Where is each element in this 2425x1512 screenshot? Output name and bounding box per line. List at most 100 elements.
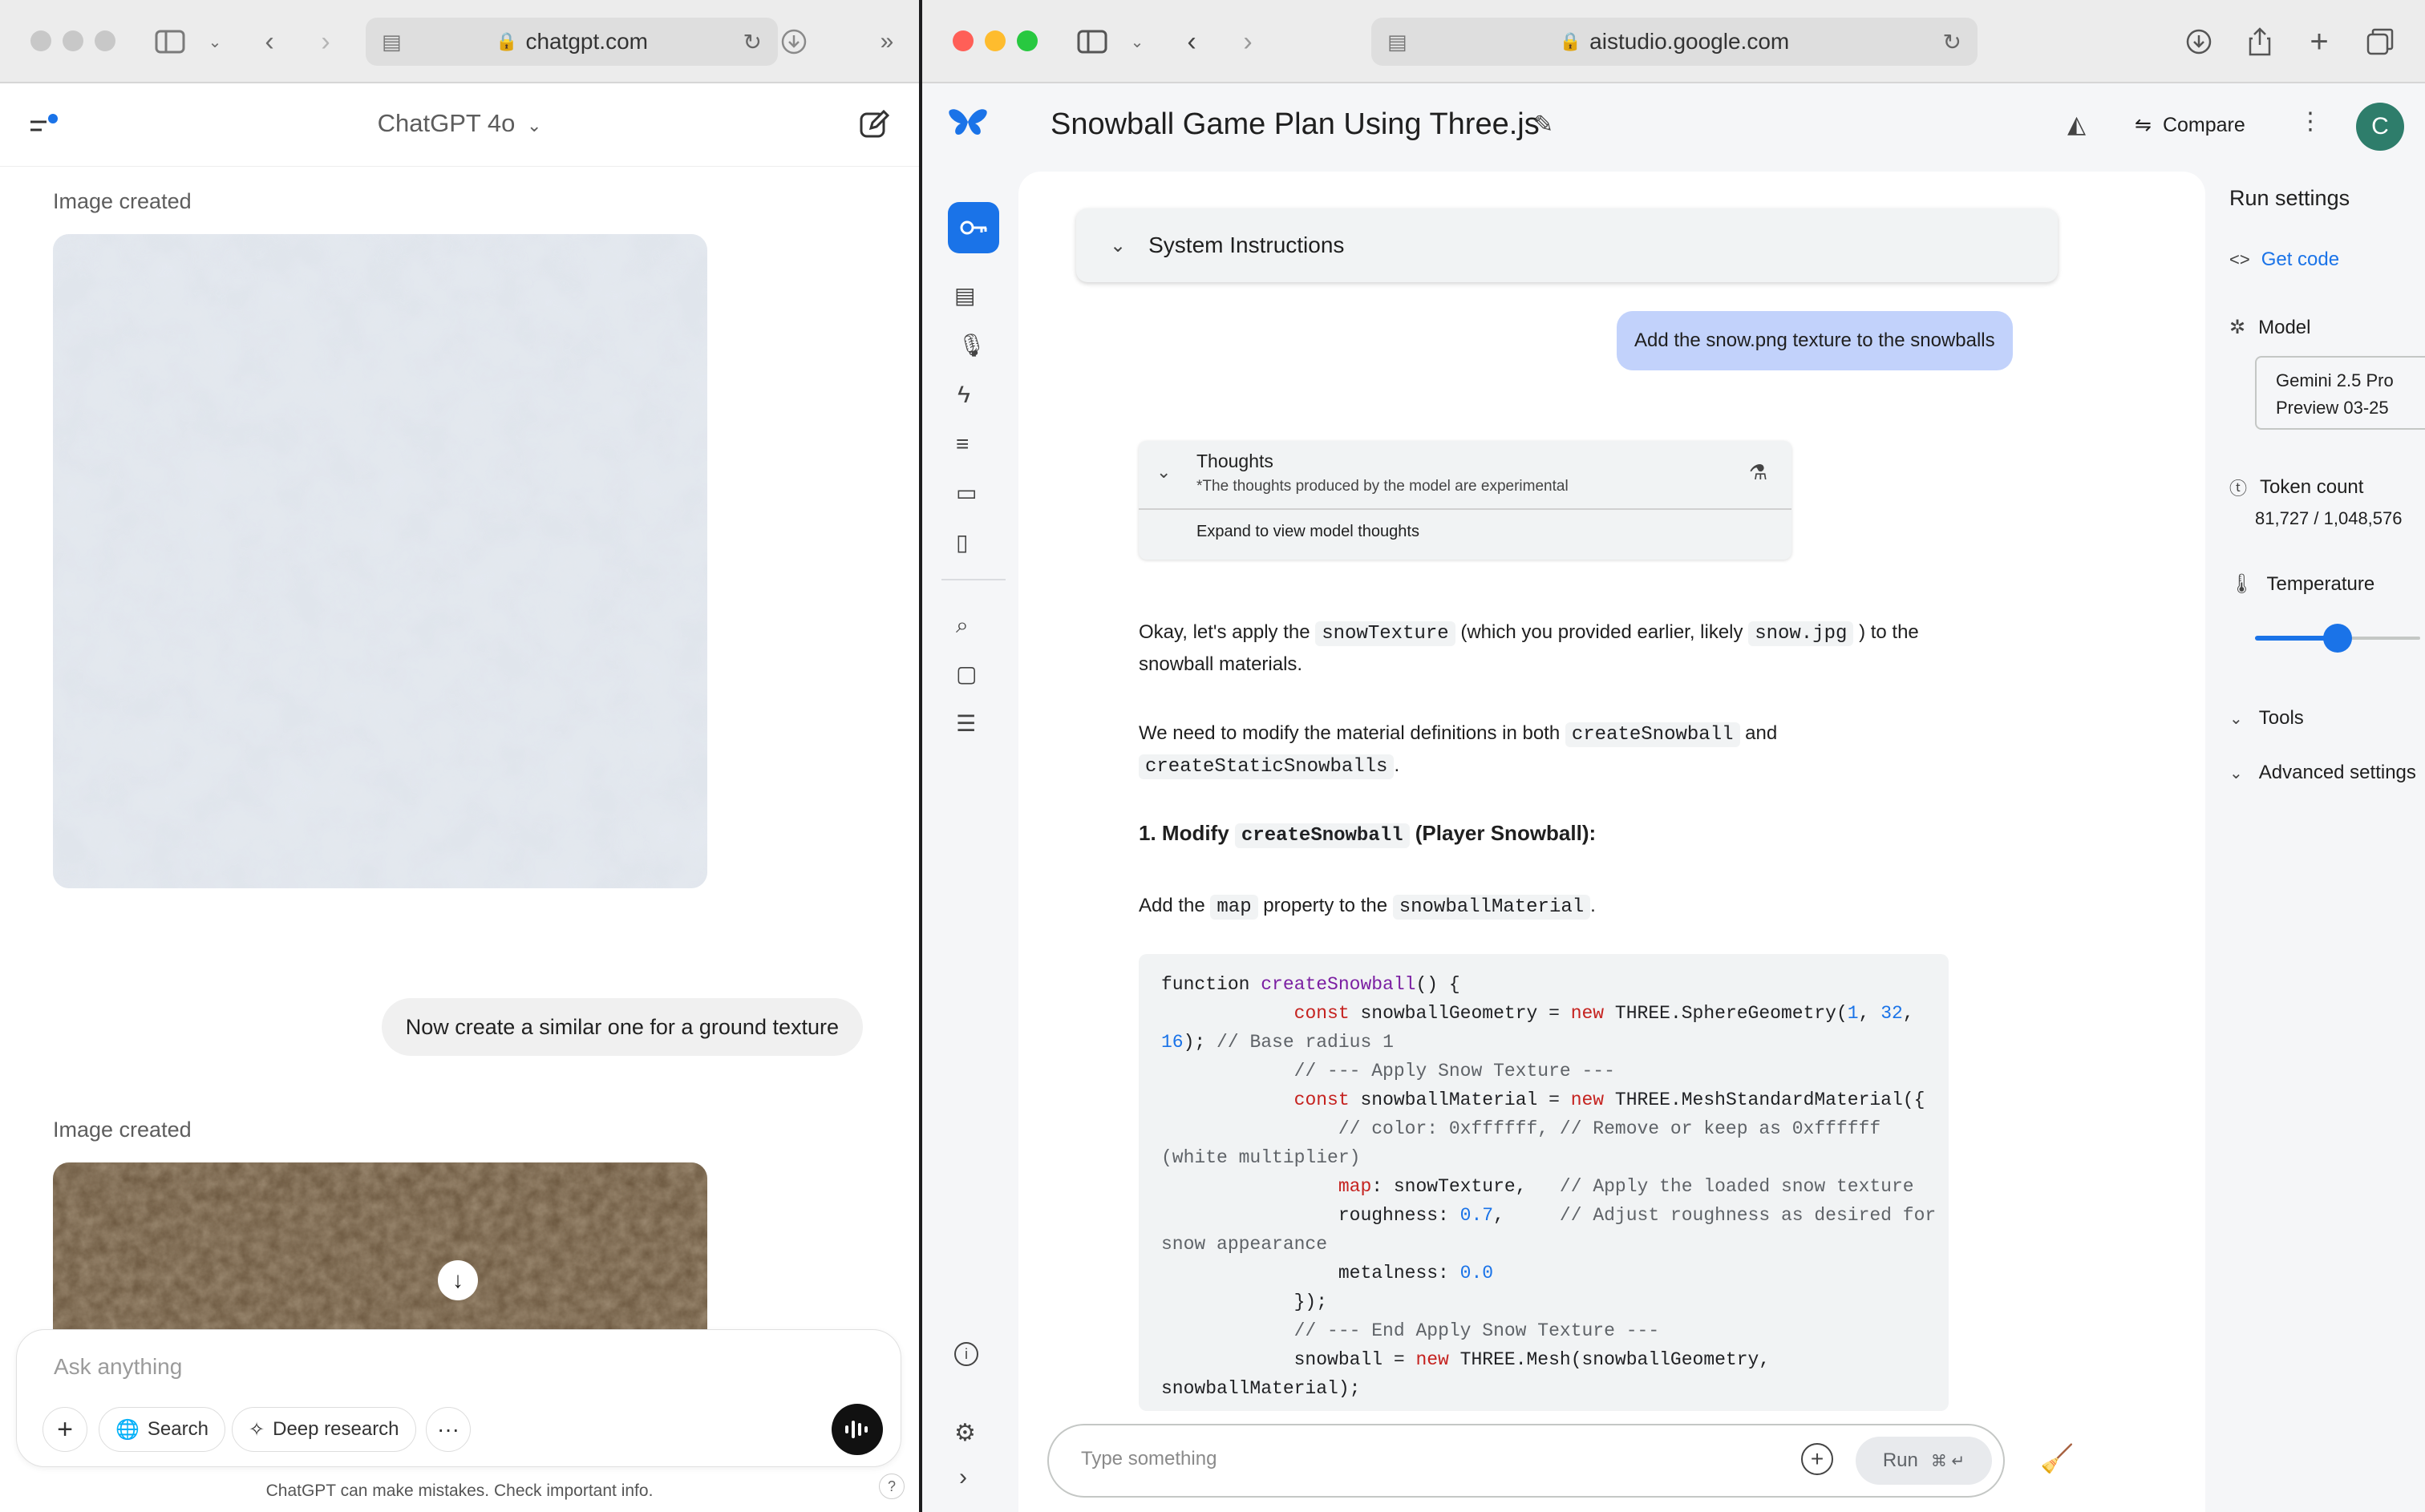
library-icon[interactable]: ▭ bbox=[956, 479, 977, 506]
scroll-down-icon[interactable]: ↓ bbox=[438, 1260, 478, 1300]
text: ) to the bbox=[1853, 621, 1919, 643]
ground-texture-image[interactable]: ↓ bbox=[53, 1162, 707, 1331]
image-created-label: Image created bbox=[53, 189, 192, 213]
info-icon[interactable]: i bbox=[954, 1342, 978, 1366]
reload-icon[interactable]: ↻ bbox=[1943, 29, 1961, 55]
download-icon[interactable] bbox=[776, 24, 812, 59]
sidebar-toggle-icon[interactable] bbox=[152, 24, 188, 59]
system-instructions-label: System Instructions bbox=[1148, 232, 1345, 257]
voice-mode-icon[interactable] bbox=[832, 1404, 883, 1455]
run-settings-panel: Run settings ↻ <> Get code ✲ Model Gemin… bbox=[2215, 172, 2425, 1512]
lock-icon: 🔒 bbox=[496, 31, 518, 51]
composer-input[interactable]: Ask anything bbox=[54, 1354, 182, 1380]
forward-icon[interactable]: › bbox=[1230, 24, 1265, 59]
compare-button[interactable]: ⇋ Compare bbox=[2135, 107, 2245, 143]
back-icon[interactable]: ‹ bbox=[1174, 24, 1209, 59]
run-button[interactable]: Run ⌘ ↵ bbox=[1856, 1437, 1992, 1485]
feedback-icon[interactable]: ▢ bbox=[956, 661, 977, 687]
user-message-text: Now create a similar one for a ground te… bbox=[405, 1014, 839, 1039]
storage-icon[interactable]: ☰ bbox=[956, 710, 976, 737]
chatgpt-window: ⌄ ‹ › ▤ 🔒 chatgpt.com ↻ » ChatGPT 4o ⌄ I… bbox=[0, 0, 919, 1512]
tab-overview-icon[interactable] bbox=[2362, 24, 2398, 59]
close-button[interactable] bbox=[953, 30, 974, 51]
chevron-down-icon: ⌄ bbox=[2229, 710, 2243, 728]
compare-icon: ⇋ bbox=[2135, 114, 2152, 136]
expand-rail-icon[interactable]: › bbox=[959, 1464, 967, 1491]
temperature-slider[interactable] bbox=[2255, 624, 2420, 653]
share-icon[interactable] bbox=[2242, 24, 2277, 59]
url-text: chatgpt.com bbox=[525, 29, 648, 54]
text: and bbox=[1739, 722, 1778, 744]
microphone-icon[interactable]: 🎙 bbox=[957, 332, 986, 358]
prompt-input[interactable]: Type something bbox=[1081, 1448, 1217, 1470]
minimize-button[interactable] bbox=[985, 30, 1006, 51]
telescope-icon: ✧ bbox=[249, 1418, 265, 1441]
settings-icon[interactable]: ⚙ bbox=[954, 1419, 976, 1447]
code-line: (white multiplier) bbox=[1161, 1147, 1361, 1168]
back-icon[interactable]: ‹ bbox=[252, 24, 287, 59]
help-button[interactable]: ? bbox=[879, 1474, 905, 1499]
compare-label: Compare bbox=[2162, 113, 2245, 136]
doc-search-icon[interactable]: ⌕ bbox=[956, 612, 969, 639]
code-line: snowballMaterial); bbox=[1161, 1378, 1361, 1399]
chevron-down-icon[interactable]: ⌄ bbox=[197, 24, 233, 59]
model-title: ChatGPT 4o bbox=[377, 109, 516, 137]
thoughts-subtitle: *The thoughts produced by the model are … bbox=[1196, 478, 1569, 495]
compare-mode-icon[interactable]: ◭ bbox=[2067, 111, 2086, 139]
left-browser-toolbar: ⌄ ‹ › ▤ 🔒 chatgpt.com ↻ » bbox=[0, 0, 919, 83]
system-instructions-panel[interactable]: ⌄ System Instructions bbox=[1076, 208, 2058, 282]
thoughts-panel[interactable]: ⌄ Thoughts *The thoughts produced by the… bbox=[1139, 441, 1791, 560]
new-tab-icon[interactable]: + bbox=[2302, 24, 2337, 59]
address-bar[interactable]: ▤ 🔒 chatgpt.com ↻ bbox=[366, 18, 778, 66]
tune-icon[interactable]: ≡ bbox=[956, 431, 969, 457]
search-button[interactable]: 🌐 Search bbox=[99, 1407, 225, 1452]
url-text: aistudio.google.com bbox=[1589, 29, 1790, 54]
chevron-down-icon[interactable]: ⌄ bbox=[1119, 24, 1155, 59]
book-icon[interactable]: ▯ bbox=[956, 529, 968, 556]
thoughts-divider bbox=[1139, 508, 1791, 510]
zoom-button[interactable] bbox=[1017, 30, 1038, 51]
code-line: 16); // Base radius 1 bbox=[1161, 1032, 1394, 1053]
new-chat-icon[interactable] bbox=[858, 109, 890, 145]
forward-icon[interactable]: › bbox=[308, 24, 343, 59]
minimize-button[interactable] bbox=[63, 30, 83, 51]
composer: Ask anything + 🌐 Search ✧ Deep research … bbox=[16, 1329, 901, 1467]
chat-prompt-icon[interactable]: ▤ bbox=[954, 282, 975, 309]
close-button[interactable] bbox=[30, 30, 51, 51]
sidebar-toggle-icon[interactable] bbox=[1075, 24, 1110, 59]
token-icon: ⓣ bbox=[2229, 479, 2248, 499]
inline-code: createStaticSnowballs bbox=[1139, 754, 1395, 779]
reload-icon[interactable]: ↻ bbox=[743, 29, 762, 55]
inline-code: snowballMaterial bbox=[1392, 895, 1591, 920]
avatar[interactable]: C bbox=[2356, 103, 2404, 151]
advanced-settings-label: Advanced settings bbox=[2258, 762, 2416, 783]
snow-texture-image[interactable] bbox=[53, 234, 707, 888]
more-tabs-icon[interactable]: » bbox=[869, 24, 905, 59]
expand-thoughts-link[interactable]: Expand to view model thoughts bbox=[1196, 523, 1419, 541]
deep-research-button[interactable]: ✧ Deep research bbox=[232, 1407, 416, 1452]
get-code-button[interactable]: <> Get code bbox=[2229, 249, 2339, 271]
model-selector[interactable]: ChatGPT 4o ⌄ bbox=[0, 109, 919, 138]
temperature-slider-thumb[interactable] bbox=[2323, 624, 2352, 653]
get-api-key-icon[interactable] bbox=[948, 202, 999, 253]
address-bar[interactable]: ▤ 🔒 aistudio.google.com ↻ bbox=[1371, 18, 1978, 66]
advanced-settings-section[interactable]: ⌄ Advanced settings bbox=[2229, 762, 2416, 784]
edit-title-icon[interactable]: ✎ bbox=[1533, 111, 1553, 139]
page-icon: ▤ bbox=[382, 29, 402, 54]
more-options-icon[interactable]: ⋮ bbox=[2298, 107, 2322, 135]
more-options-icon[interactable]: ··· bbox=[426, 1407, 471, 1452]
right-browser-toolbar: ⌄ ‹ › ▤ 🔒 aistudio.google.com ↻ + bbox=[922, 0, 2425, 83]
temperature-label: Temperature bbox=[2266, 572, 2375, 595]
run-shortcut: ⌘ ↵ bbox=[1930, 1452, 1966, 1470]
tools-section[interactable]: ⌄ Tools bbox=[2229, 707, 2304, 730]
add-media-icon[interactable]: + bbox=[1801, 1443, 1833, 1475]
download-icon[interactable] bbox=[2181, 24, 2217, 59]
clear-chat-icon[interactable]: 🧹 bbox=[2040, 1443, 2074, 1475]
token-count-value: 81,727 / 1,048,576 bbox=[2255, 508, 2403, 528]
zoom-button[interactable] bbox=[95, 30, 115, 51]
model-select[interactable]: Gemini 2.5 Pro Preview 03-25 ▼ bbox=[2255, 356, 2425, 430]
aistudio-logo-icon[interactable] bbox=[948, 106, 988, 147]
model-section: ✲ Model bbox=[2229, 316, 2310, 339]
lightning-icon[interactable]: ϟ bbox=[957, 382, 970, 409]
add-attachment-icon[interactable]: + bbox=[43, 1407, 87, 1452]
